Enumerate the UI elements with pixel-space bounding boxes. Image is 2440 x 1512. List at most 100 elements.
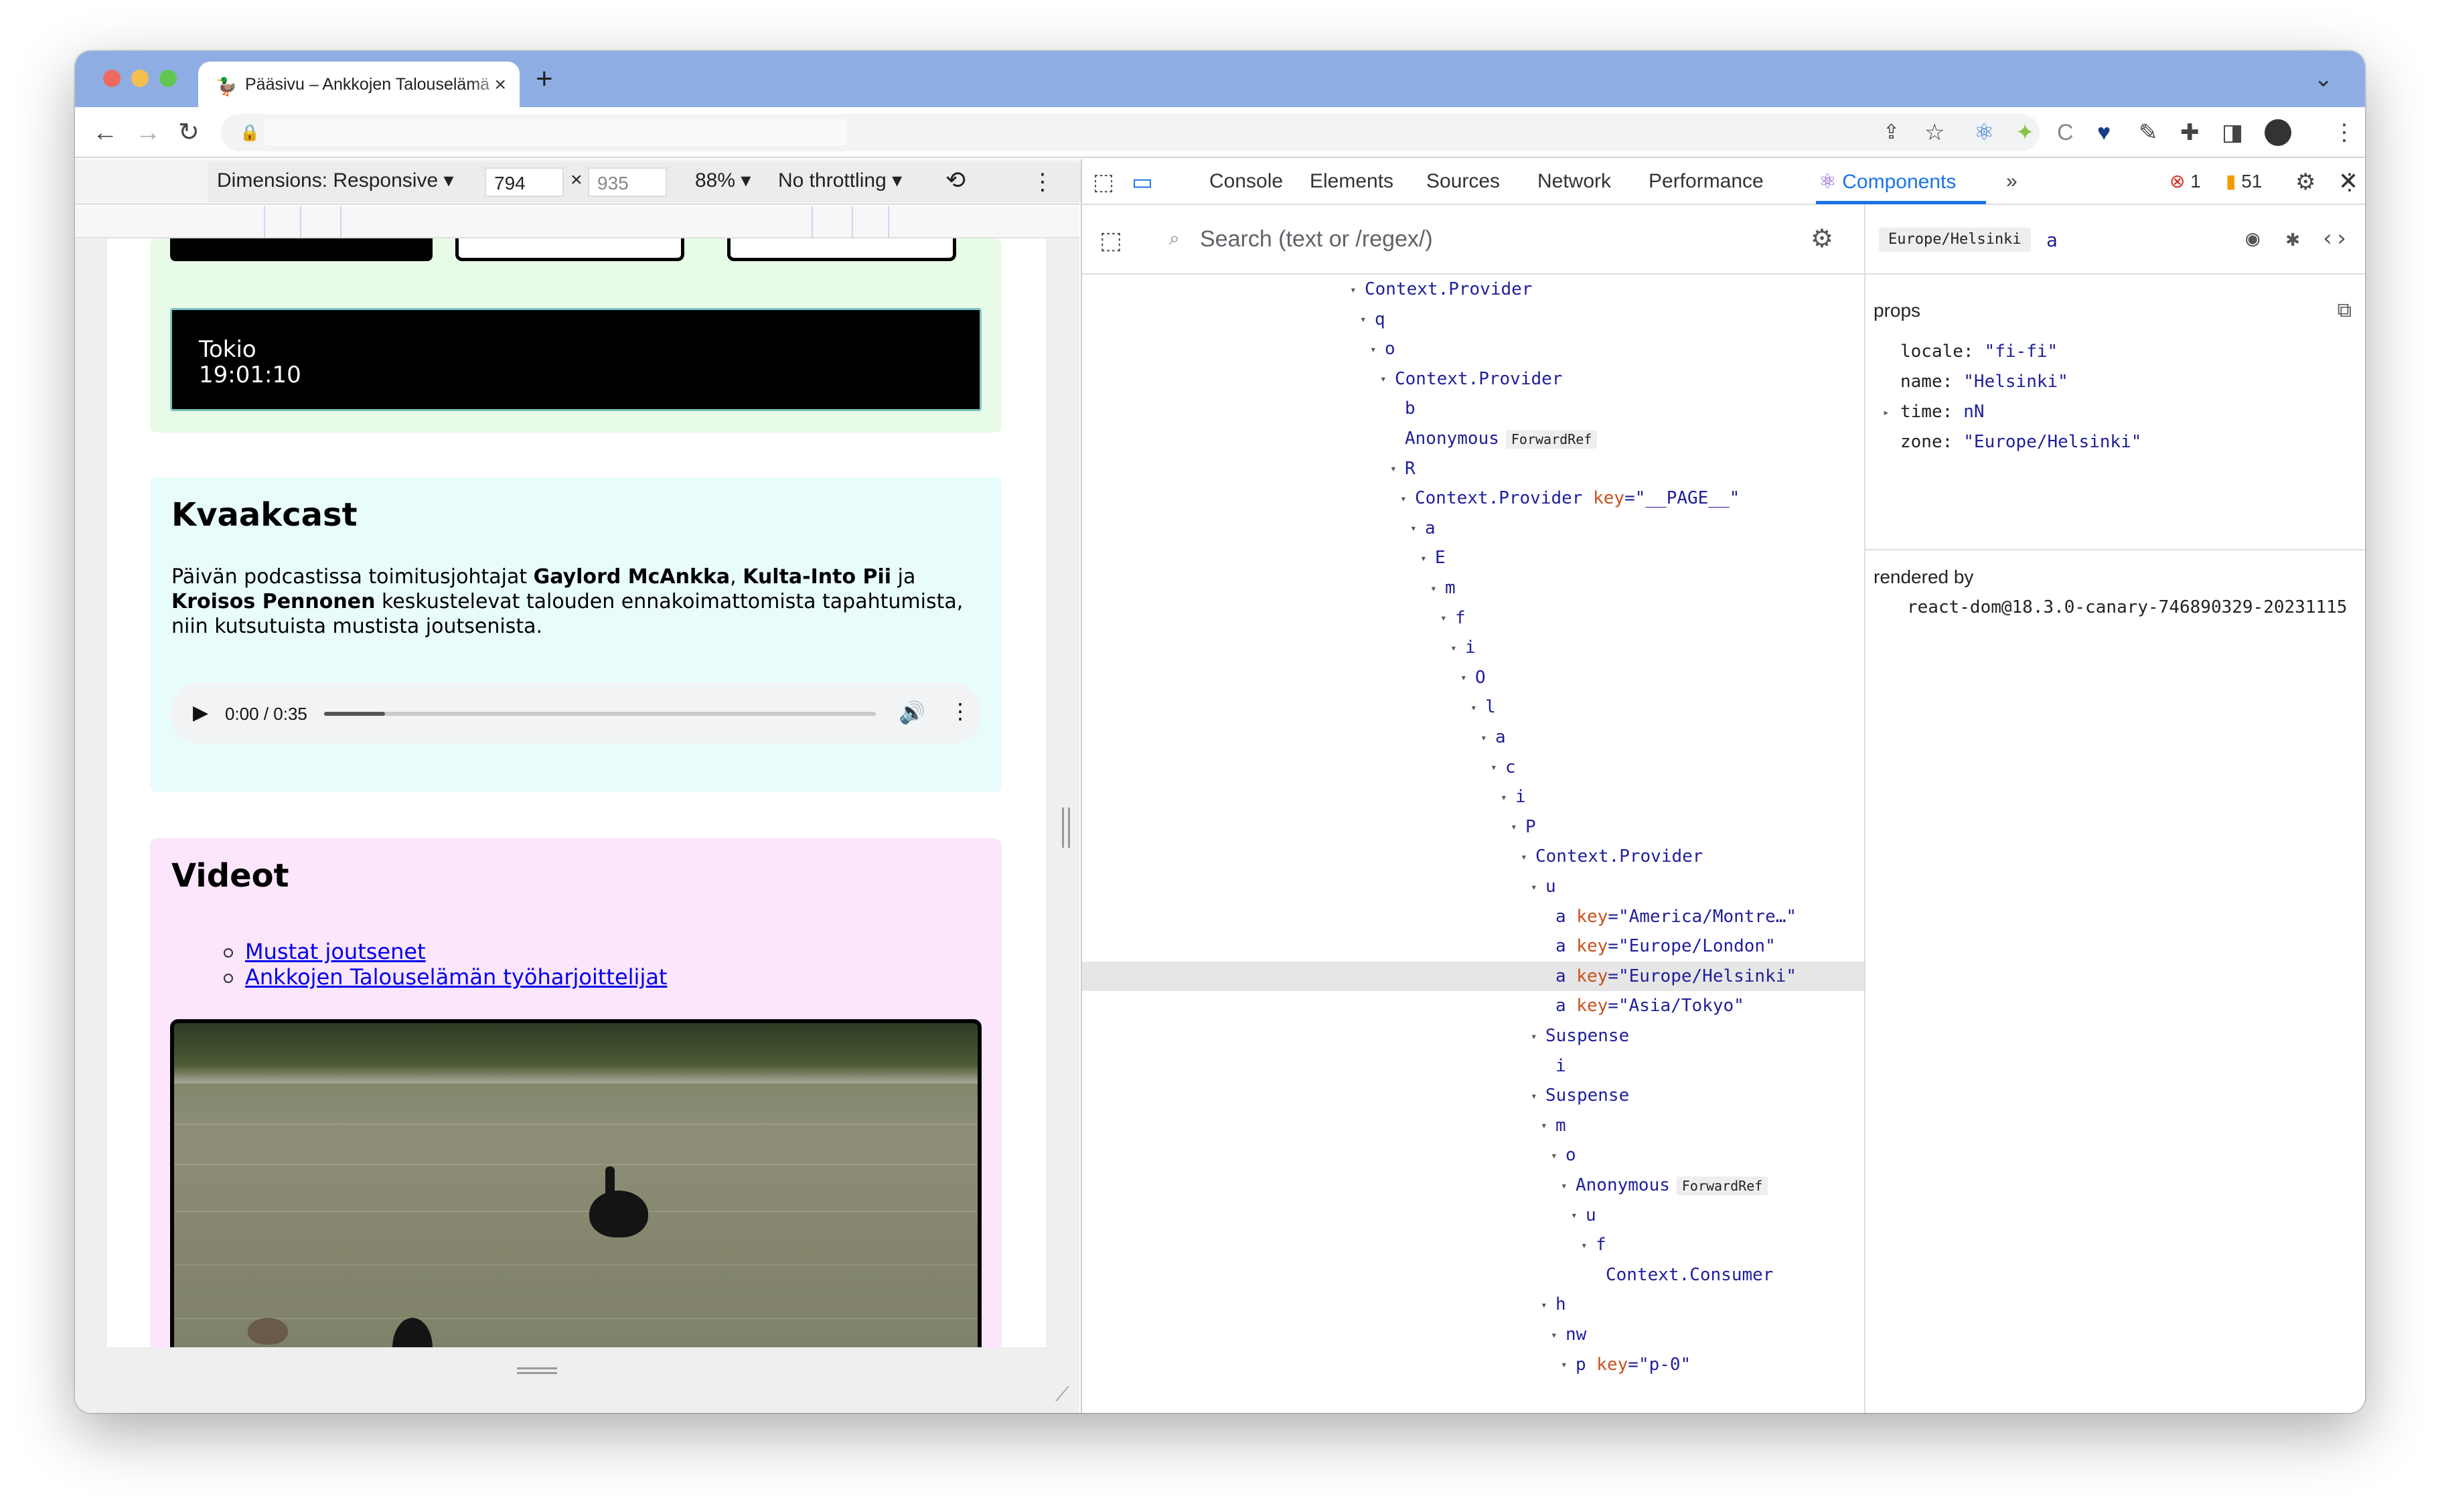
search-input[interactable]: Search (text or /regex/) xyxy=(1200,226,1433,252)
expand-arrow-icon[interactable]: ▾ xyxy=(1360,305,1375,334)
reload-icon[interactable]: ↻ xyxy=(178,118,200,147)
back-icon[interactable]: ← xyxy=(92,118,118,147)
tree-row[interactable]: ▾ Anonymous ForwardRef xyxy=(1082,1170,1864,1201)
expand-arrow-icon[interactable]: ▾ xyxy=(1501,783,1515,812)
prop-row[interactable]: locale: "fi-fi" xyxy=(1900,342,2058,362)
tree-row[interactable]: ▾ Context.Provider xyxy=(1082,364,1864,394)
viewport-resize-handle[interactable] xyxy=(1062,808,1070,848)
expand-arrow-icon[interactable]: ▾ xyxy=(1400,484,1415,514)
tree-row[interactable]: ▾ q xyxy=(1082,305,1864,334)
expand-arrow-icon[interactable]: ▸ xyxy=(1883,406,1890,419)
audio-more-icon[interactable]: ⋮ xyxy=(949,698,971,724)
pen-icon[interactable]: ✎ xyxy=(2139,119,2158,146)
tree-row[interactable]: b xyxy=(1082,394,1864,423)
expand-arrow-icon[interactable]: ▾ xyxy=(1491,753,1505,782)
new-tab-button[interactable]: + xyxy=(536,64,553,94)
tab-performance[interactable]: Performance xyxy=(1649,170,1764,193)
video-player[interactable] xyxy=(170,1019,982,1347)
tree-row[interactable]: ▾ Context.Provider key="__PAGE__" xyxy=(1082,483,1864,514)
tree-row[interactable]: ▾ p key="p-0" xyxy=(1082,1350,1864,1379)
close-tab-icon[interactable]: × xyxy=(494,74,506,96)
minimize-window-button[interactable] xyxy=(131,70,149,87)
react-devtools-icon[interactable]: ⚛ xyxy=(1974,119,1994,146)
expand-arrow-icon[interactable]: ▾ xyxy=(1440,603,1455,633)
tab-console[interactable]: Console xyxy=(1209,170,1283,193)
expand-arrow-icon[interactable]: ▾ xyxy=(1450,633,1465,663)
tree-row[interactable]: ▾ a xyxy=(1082,723,1864,752)
tree-row[interactable]: ▾ nw xyxy=(1082,1320,1864,1349)
expand-arrow-icon[interactable]: ▾ xyxy=(1430,574,1445,603)
eye-icon[interactable]: ◉ xyxy=(2246,225,2259,252)
expand-arrow-icon[interactable]: ▾ xyxy=(1571,1201,1586,1230)
avatar[interactable] xyxy=(2265,119,2291,146)
expand-arrow-icon[interactable]: ▾ xyxy=(1390,454,1405,483)
bookmark-star-icon[interactable]: ☆ xyxy=(1924,119,1945,146)
throttling-dropdown[interactable]: No throttling ▾ xyxy=(778,169,902,192)
expand-arrow-icon[interactable]: ▾ xyxy=(1531,873,1545,902)
extension-icon[interactable]: C xyxy=(2057,119,2074,146)
expand-arrow-icon[interactable]: ▾ xyxy=(1460,663,1475,692)
zoom-dropdown[interactable]: 88% ▾ xyxy=(695,169,751,192)
volume-icon[interactable]: 🔊 xyxy=(899,700,925,725)
expand-arrow-icon[interactable]: ▾ xyxy=(1531,1022,1545,1051)
inspect-element-icon[interactable]: ⬚ xyxy=(1093,169,1114,196)
expand-arrow-icon[interactable]: ▾ xyxy=(1561,1171,1576,1201)
tab-network[interactable]: Network xyxy=(1537,170,1611,193)
tab-search-chevron-icon[interactable]: ⌄ xyxy=(2314,66,2334,92)
tree-row[interactable]: ▾ c xyxy=(1082,753,1864,782)
device-more-icon[interactable]: ⋮ xyxy=(1031,169,1054,196)
expand-arrow-icon[interactable]: ▾ xyxy=(1470,693,1485,723)
address-bar[interactable]: 🔒 xyxy=(221,114,2040,151)
tree-row[interactable]: ▾ R xyxy=(1082,454,1864,483)
audio-progress-slider[interactable] xyxy=(324,712,876,716)
tree-row[interactable]: a key="America/Montre…" xyxy=(1082,902,1864,931)
tree-row[interactable]: ▾ m xyxy=(1082,1111,1864,1140)
forward-icon[interactable]: → xyxy=(135,118,161,147)
settings-gear-icon[interactable]: ⚙ xyxy=(2295,169,2315,196)
tree-row[interactable]: ▾ i xyxy=(1082,782,1864,812)
tree-row[interactable]: ▾ f xyxy=(1082,1230,1864,1260)
tab-sources[interactable]: Sources xyxy=(1426,170,1500,193)
expand-arrow-icon[interactable]: ▾ xyxy=(1541,1111,1555,1140)
copy-icon[interactable]: ⧉ xyxy=(2338,299,2352,322)
prop-row[interactable]: zone: "Europe/Helsinki" xyxy=(1900,432,2141,452)
tree-row[interactable]: ▾ o xyxy=(1082,1140,1864,1170)
tree-row[interactable]: ▾ u xyxy=(1082,872,1864,902)
tab-elements[interactable]: Elements xyxy=(1310,170,1393,193)
select-component-icon[interactable]: ⬚ xyxy=(1099,226,1122,254)
more-tabs-icon[interactable]: » xyxy=(2006,170,2017,193)
expand-arrow-icon[interactable]: ▾ xyxy=(1581,1231,1596,1260)
expand-arrow-icon[interactable]: ▾ xyxy=(1561,1350,1576,1379)
expand-arrow-icon[interactable]: ▾ xyxy=(1380,364,1395,394)
width-input[interactable]: 794 xyxy=(485,167,564,197)
expand-arrow-icon[interactable]: ▾ xyxy=(1350,275,1365,305)
viewport-corner-resize-icon[interactable]: ⟋ xyxy=(1055,1383,1069,1406)
tree-row[interactable]: ▾ u xyxy=(1082,1201,1864,1230)
share-icon[interactable]: ⇪ xyxy=(1883,119,1900,146)
tree-row[interactable]: a key="Europe/London" xyxy=(1082,931,1864,961)
video-link[interactable]: Ankkojen Talouselämän työharjoittelijat xyxy=(245,964,667,990)
tree-row[interactable]: ▾ i xyxy=(1082,633,1864,663)
tree-row[interactable]: ▾ a xyxy=(1082,514,1864,543)
close-window-button[interactable] xyxy=(103,70,121,87)
expand-arrow-icon[interactable]: ▾ xyxy=(1370,335,1385,364)
expand-arrow-icon[interactable]: ▾ xyxy=(1531,1081,1545,1111)
prop-row[interactable]: time: nN xyxy=(1900,402,1985,422)
bug-icon[interactable]: ✱ xyxy=(2286,225,2299,252)
play-icon[interactable]: ▶ xyxy=(193,701,208,725)
prop-row[interactable]: name: "Helsinki" xyxy=(1900,372,2068,392)
warning-count-badge[interactable]: ▮ 51 xyxy=(2226,170,2262,192)
device-toggle-icon[interactable]: ▭ xyxy=(1132,169,1153,196)
tree-row[interactable]: ▾ O xyxy=(1082,663,1864,692)
video-link[interactable]: Mustat joutsenet xyxy=(245,939,426,964)
tree-row[interactable]: ▾ Suspense xyxy=(1082,1021,1864,1051)
component-settings-icon[interactable]: ⚙ xyxy=(1811,224,1833,254)
expand-arrow-icon[interactable]: ▾ xyxy=(1551,1141,1566,1170)
tree-row[interactable]: ▾ m xyxy=(1082,573,1864,603)
viewport-bottom-resize-handle[interactable] xyxy=(517,1367,557,1374)
tree-row[interactable]: Context.Consumer xyxy=(1082,1260,1864,1290)
tree-row[interactable]: ▾ f xyxy=(1082,603,1864,633)
kebab-menu-icon[interactable]: ⋮ xyxy=(2333,119,2356,146)
tree-row[interactable]: ▾ Context.Provider xyxy=(1082,275,1864,305)
extension-icon[interactable]: ♥ xyxy=(2097,119,2111,146)
